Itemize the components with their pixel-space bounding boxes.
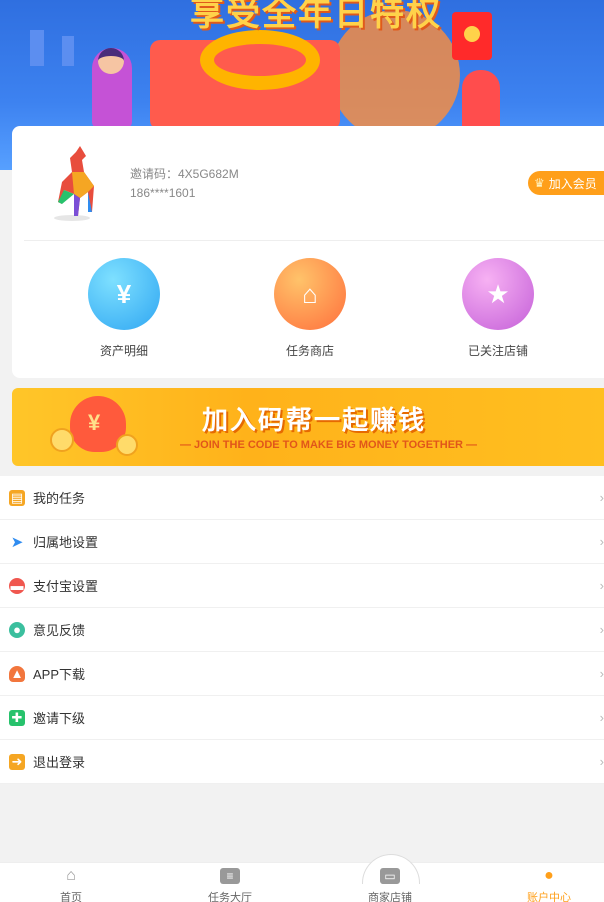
star-icon: ★: [462, 258, 534, 330]
chevron-right-icon: ›: [599, 534, 604, 549]
join-vip-button[interactable]: ♛ 加入会员: [528, 171, 604, 195]
menu-item-app-download[interactable]: ▲ APP下载 ›: [0, 652, 604, 696]
tab-account-center[interactable]: ● 账户中心: [509, 867, 589, 902]
task-store-label: 任务商店: [285, 344, 334, 358]
settings-menu: ▤ 我的任务 › ➤ 归属地设置 › ▬ 支付宝设置 › ● 意见反馈 › ▲ …: [0, 476, 604, 784]
gift-bow-illustration: [200, 30, 320, 90]
assets-detail-button[interactable]: ¥ 资产明细: [86, 258, 162, 358]
promo-title: 加入码帮一起赚钱: [202, 405, 427, 435]
menu-item-label: APP下载: [33, 667, 86, 682]
man-illustration: [462, 70, 500, 130]
download-icon: ▲: [9, 665, 25, 682]
menu-item-label: 邀请下级: [33, 711, 86, 726]
invite-code: 邀请码：4X5G682M: [130, 167, 239, 181]
tab-task-hall[interactable]: ≡ 任务大厅: [190, 868, 270, 902]
menu-item-my-tasks[interactable]: ▤ 我的任务 ›: [0, 476, 604, 520]
divider: [24, 240, 604, 241]
banner-title: 享受全年日特权: [190, 0, 442, 33]
chevron-right-icon: ›: [599, 578, 604, 593]
chevron-right-icon: ›: [599, 710, 604, 725]
menu-item-location[interactable]: ➤ 归属地设置 ›: [0, 520, 604, 564]
location-arrow-icon: ➤: [10, 533, 24, 551]
promo-subtitle: — JOIN THE CODE TO MAKE BIG MONEY TOGETH…: [180, 439, 478, 451]
chevron-right-icon: ›: [599, 754, 604, 769]
promo-banner[interactable]: 加入码帮一起赚钱 — JOIN THE CODE TO MAKE BIG MON…: [12, 388, 604, 466]
assets-detail-label: 资产明细: [99, 344, 148, 358]
followed-shops-button[interactable]: ★ 已关注店铺: [460, 258, 536, 358]
money-bag-icon: ¥: [88, 258, 160, 330]
coin-illustration: [116, 434, 138, 456]
feedback-icon: ●: [9, 621, 25, 638]
task-hall-icon: ≡: [220, 868, 240, 884]
tab-label: 商家店铺: [368, 892, 412, 902]
tab-label: 首页: [60, 892, 82, 902]
phone-number: 186****1601: [130, 186, 196, 200]
menu-item-logout[interactable]: ➜ 退出登录 ›: [0, 740, 604, 784]
horse-avatar: [54, 146, 94, 221]
store-icon: ⌂: [274, 258, 346, 330]
menu-item-label: 归属地设置: [33, 535, 99, 550]
chevron-right-icon: ›: [599, 490, 604, 505]
menu-item-alipay[interactable]: ▬ 支付宝设置 ›: [0, 564, 604, 608]
followed-shops-label: 已关注店铺: [467, 344, 528, 358]
menu-item-feedback[interactable]: ● 意见反馈 ›: [0, 608, 604, 652]
shop-icon: ▭: [380, 868, 400, 884]
logout-icon: ➜: [9, 753, 25, 770]
tab-label: 任务大厅: [208, 892, 252, 902]
menu-item-label: 支付宝设置: [33, 579, 99, 594]
banner-decoration: [30, 30, 44, 66]
woman-head-illustration: [98, 48, 124, 74]
tab-merchant-shop[interactable]: ▭ 商家店铺: [350, 868, 430, 902]
menu-item-label: 我的任务: [33, 491, 86, 506]
account-icon: ●: [544, 867, 554, 884]
coin-illustration: [50, 428, 74, 452]
menu-item-label: 意见反馈: [33, 623, 86, 638]
chevron-right-icon: ›: [599, 622, 604, 637]
profile-card: 邀请码：4X5G682M 186****1601 ♛ 加入会员 ¥ 资产明细 ⌂…: [12, 126, 604, 378]
invite-icon: ✚: [9, 709, 25, 726]
menu-item-invite[interactable]: ✚ 邀请下级 ›: [0, 696, 604, 740]
menu-item-label: 退出登录: [33, 755, 86, 770]
home-icon: ⌂: [66, 867, 76, 884]
join-vip-label: 加入会员: [548, 176, 597, 191]
task-list-icon: ▤: [9, 489, 25, 506]
tab-home[interactable]: ⌂ 首页: [31, 867, 111, 902]
red-packet-icon: [452, 12, 492, 60]
crown-icon: ♛: [534, 176, 545, 190]
chevron-right-icon: ›: [599, 666, 604, 681]
banner-decoration: [62, 36, 74, 66]
tab-label: 账户中心: [527, 892, 571, 902]
task-store-button[interactable]: ⌂ 任务商店: [272, 258, 348, 358]
alipay-icon: ▬: [9, 577, 25, 594]
